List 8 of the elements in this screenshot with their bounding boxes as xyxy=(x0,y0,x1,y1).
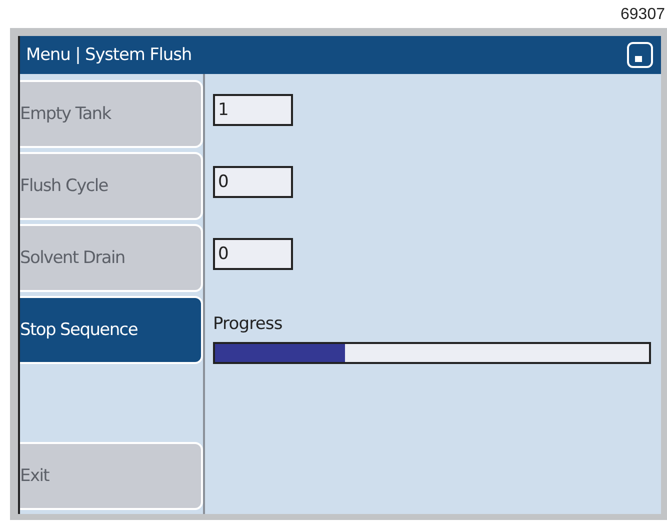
menu-button[interactable]: Stop Sequence xyxy=(20,296,203,364)
progress-label: Progress xyxy=(213,314,284,334)
window-title: Menu | System Flush xyxy=(26,45,192,65)
figure-number: 69307 xyxy=(620,6,666,24)
window-icon[interactable] xyxy=(627,42,653,68)
input-field[interactable]: 0 xyxy=(213,166,293,198)
input-field[interactable]: 1 xyxy=(213,94,293,126)
input-field[interactable]: 0 xyxy=(213,238,293,270)
